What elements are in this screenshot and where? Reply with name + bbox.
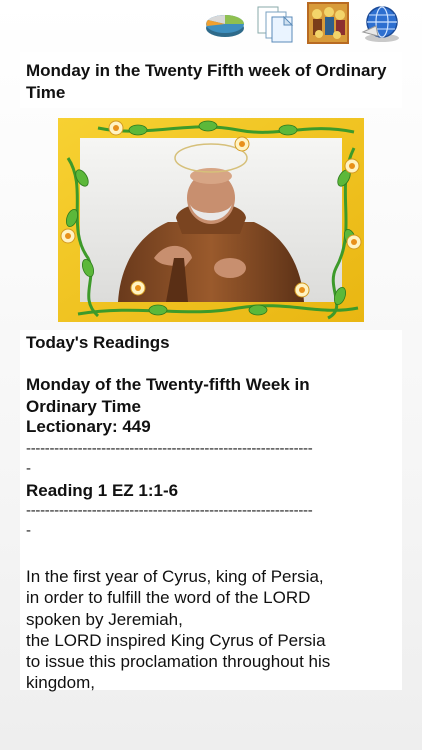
- reading-body-line: kingdom,: [26, 673, 95, 692]
- reading-body-line: In the first year of Cyrus, king of Pers…: [26, 567, 324, 586]
- saints-icon[interactable]: [307, 2, 349, 44]
- pie-chart-icon[interactable]: [204, 2, 246, 44]
- reading-body-line: spoken by Jeremiah,: [26, 610, 183, 629]
- readings-card: Today's Readings Monday of the Twenty-fi…: [20, 330, 402, 692]
- readings-header: Today's Readings: [26, 333, 170, 352]
- divider-bottom: ----------------------------------------…: [26, 502, 313, 519]
- divider-top: ----------------------------------------…: [26, 440, 313, 457]
- reading-body-line: to issue this proclamation throughout hi…: [26, 652, 331, 671]
- page-title: Monday in the Twenty Fifth week of Ordin…: [26, 61, 387, 102]
- divider-top-tail: -: [26, 460, 31, 477]
- lectionary-number: Lectionary: 449: [26, 417, 151, 436]
- divider-bottom-tail: -: [26, 522, 31, 539]
- top-toolbar: [0, 0, 422, 44]
- saint-image: [58, 118, 364, 322]
- globe-icon[interactable]: [360, 2, 402, 44]
- documents-icon[interactable]: [254, 2, 296, 44]
- reading-title: Reading 1 EZ 1:1-6: [26, 481, 179, 500]
- reading-body-line: in order to fulfill the word of the LORD: [26, 588, 311, 607]
- readings-day-line1: Monday of the Twenty-fifth Week in: [26, 375, 310, 394]
- reading-body-line: the LORD inspired King Cyrus of Persia: [26, 631, 326, 650]
- title-card: Monday in the Twenty Fifth week of Ordin…: [20, 52, 402, 108]
- readings-day-line2: Ordinary Time: [26, 397, 141, 416]
